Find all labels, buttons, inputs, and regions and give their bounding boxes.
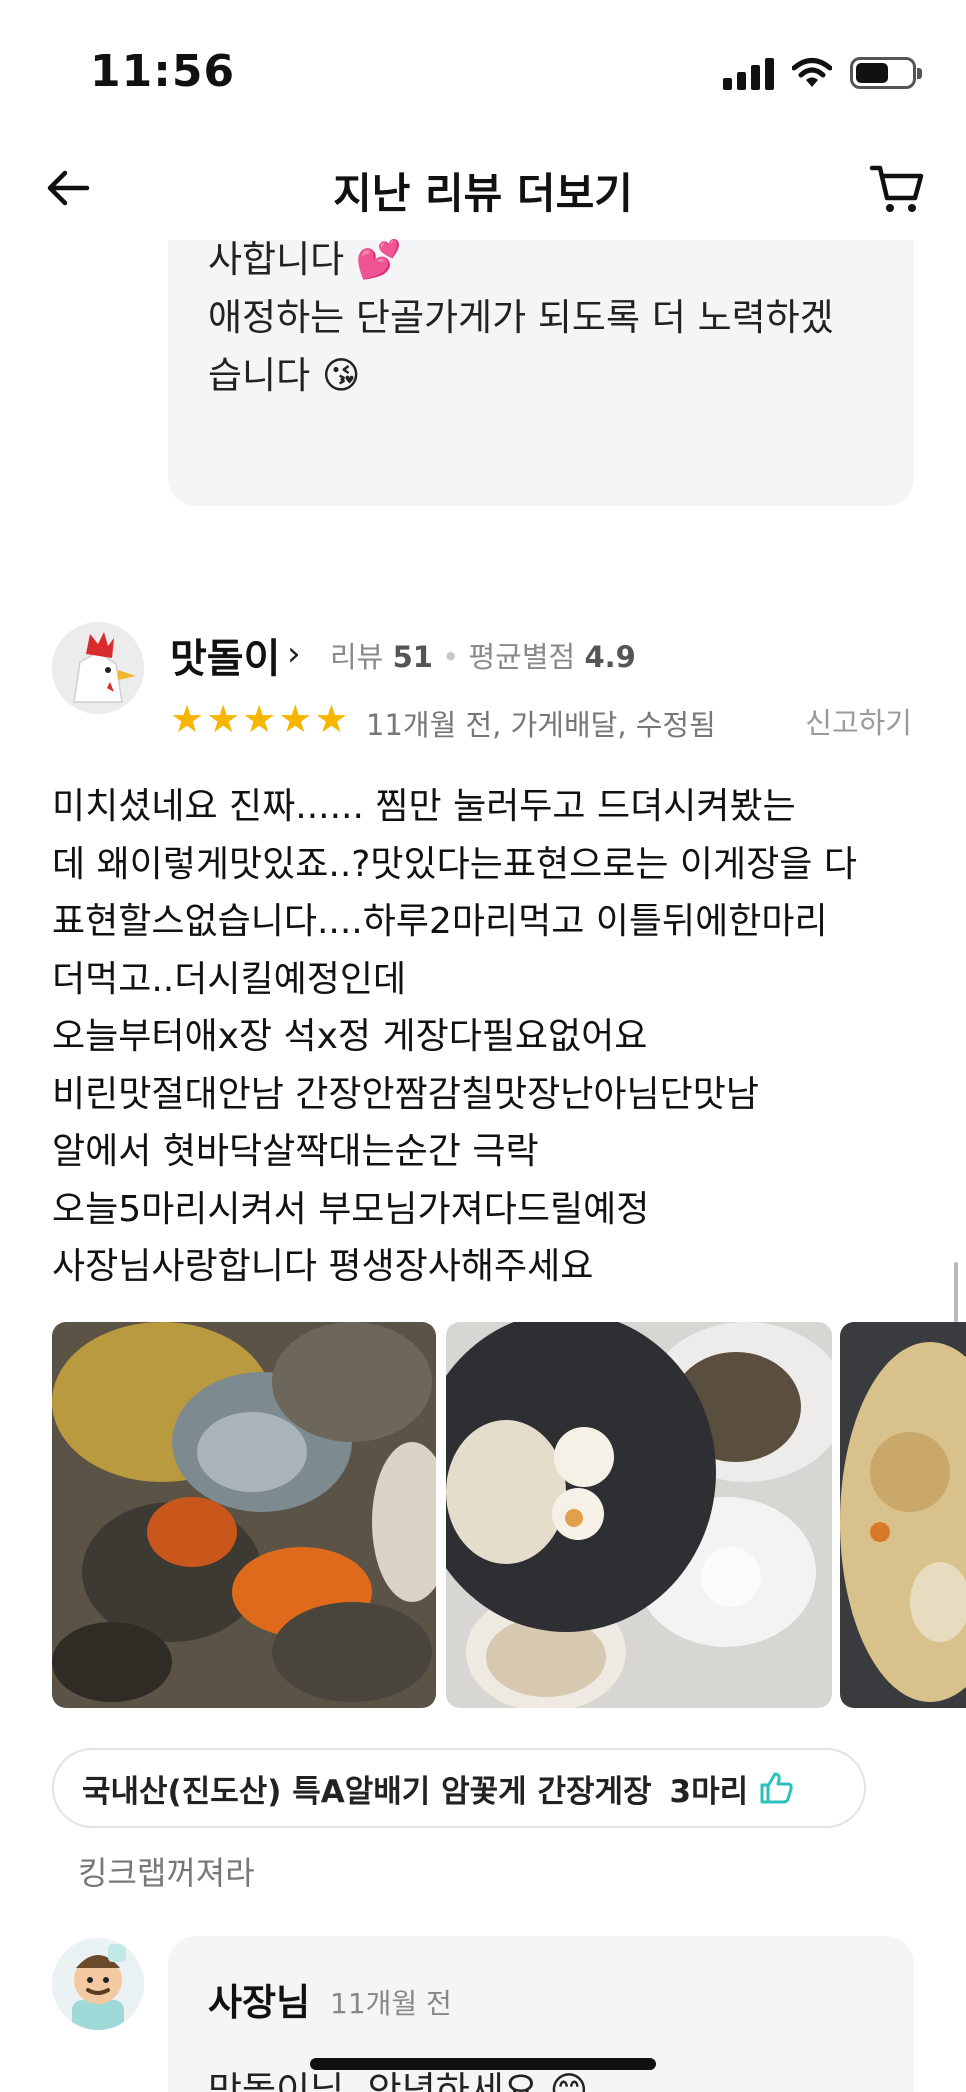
rice-table-photo — [446, 1322, 832, 1708]
review-date: 11개월 전, 가게배달, 수정됨 — [366, 708, 716, 742]
review-line: 미치셨네요 진짜...... 찜만 눌러두고 드뎌시켜봤는 — [52, 786, 796, 827]
star-icon: ★ — [170, 697, 205, 741]
review-count: 51 — [392, 640, 433, 674]
crab-photo — [52, 1322, 436, 1708]
review-line: 비린맛절대안남 간장안짬감칠맛장난아님단맛남 — [52, 1073, 759, 1115]
reply-line: 사합니다 💕 — [208, 238, 402, 281]
page-title: 지난 리뷰 더보기 — [333, 169, 633, 218]
cart-button[interactable] — [864, 156, 930, 222]
review-line: 표현할스없습니다....하루2마리먹고 이틀뒤에한마리 — [52, 901, 828, 942]
menu-quantity: 3마리 — [669, 1773, 749, 1810]
avg-rating: 4.9 — [584, 640, 636, 674]
status-bar: 11:56 — [0, 0, 966, 140]
thumbs-up-icon — [758, 1771, 794, 1805]
chevron-right-icon[interactable]: › — [287, 634, 301, 674]
report-button[interactable]: 신고하기 — [805, 700, 912, 742]
reviewer-name[interactable]: 맛돌이 — [170, 626, 280, 684]
reply-line: 습니다 😘 — [208, 354, 361, 397]
chicken-avatar-icon — [52, 622, 144, 714]
review-line: 오늘5마리시켜서 부모님가져다드릴예정 — [52, 1188, 650, 1230]
star-icon: ★ — [278, 697, 313, 741]
status-icons — [723, 56, 922, 90]
review-photo[interactable] — [446, 1322, 832, 1708]
reviewer-stats: 리뷰 51 • 평균별점 4.9 — [330, 640, 636, 674]
review-line: 데 왜이렇게맛있죠..?맛있다는표현으로는 이게장을 다 — [52, 843, 857, 885]
review-photo[interactable] — [52, 1322, 436, 1708]
cart-icon — [869, 165, 924, 212]
owner-reply-time: 11개월 전 — [330, 1987, 452, 2020]
review-line: 사장님사랑합니다 평생장사해주세요 — [52, 1246, 594, 1287]
header: 지난 리뷰 더보기 — [0, 140, 966, 240]
review-photo[interactable] — [840, 1322, 966, 1708]
owner-reply-box: 사합니다 💕 애정하는 단골가게가 되도록 더 노력하겠 습니다 😘 — [168, 238, 914, 506]
signal-icon — [723, 56, 774, 90]
reviewer-avatar[interactable] — [52, 622, 144, 714]
owner-avatar — [52, 1938, 144, 2030]
chef-avatar-icon — [52, 1938, 144, 2030]
review-line: 알에서 혓바닥살짝대는순간 극락 — [52, 1131, 539, 1172]
ordered-menu-chip[interactable]: 국내산(진도산) 특A알배기 암꽃게 간장게장 3마리 — [52, 1748, 866, 1828]
review-text: 미치셨네요 진짜...... 찜만 눌러두고 드뎌시켜봤는 데 왜이렇게맛있죠.… — [52, 778, 932, 1296]
star-rating: ★ ★ ★ ★ ★ — [170, 700, 348, 738]
review-line: 더먹고..더시킬예정인데 — [52, 958, 407, 1000]
scrollbar[interactable] — [954, 1262, 958, 1322]
home-indicator[interactable] — [310, 2058, 656, 2070]
star-icon: ★ — [206, 697, 241, 741]
wifi-icon — [792, 58, 832, 87]
star-icon: ★ — [242, 697, 277, 741]
star-icon: ★ — [314, 697, 349, 741]
status-time: 11:56 — [90, 46, 236, 97]
fried-rice-photo — [840, 1322, 966, 1708]
owner-name: 사장님 — [208, 1981, 311, 2024]
menu-option-text: 킹크랩꺼져라 — [78, 1854, 255, 1892]
battery-icon — [850, 57, 922, 89]
review-line: 오늘부터애x장 석x정 게장다필요없어요 — [52, 1016, 648, 1057]
menu-name: 국내산(진도산) 특A알배기 암꽃게 간장게장 — [82, 1773, 652, 1810]
reply-line: 애정하는 단골가게가 되도록 더 노력하겠 — [208, 296, 834, 339]
